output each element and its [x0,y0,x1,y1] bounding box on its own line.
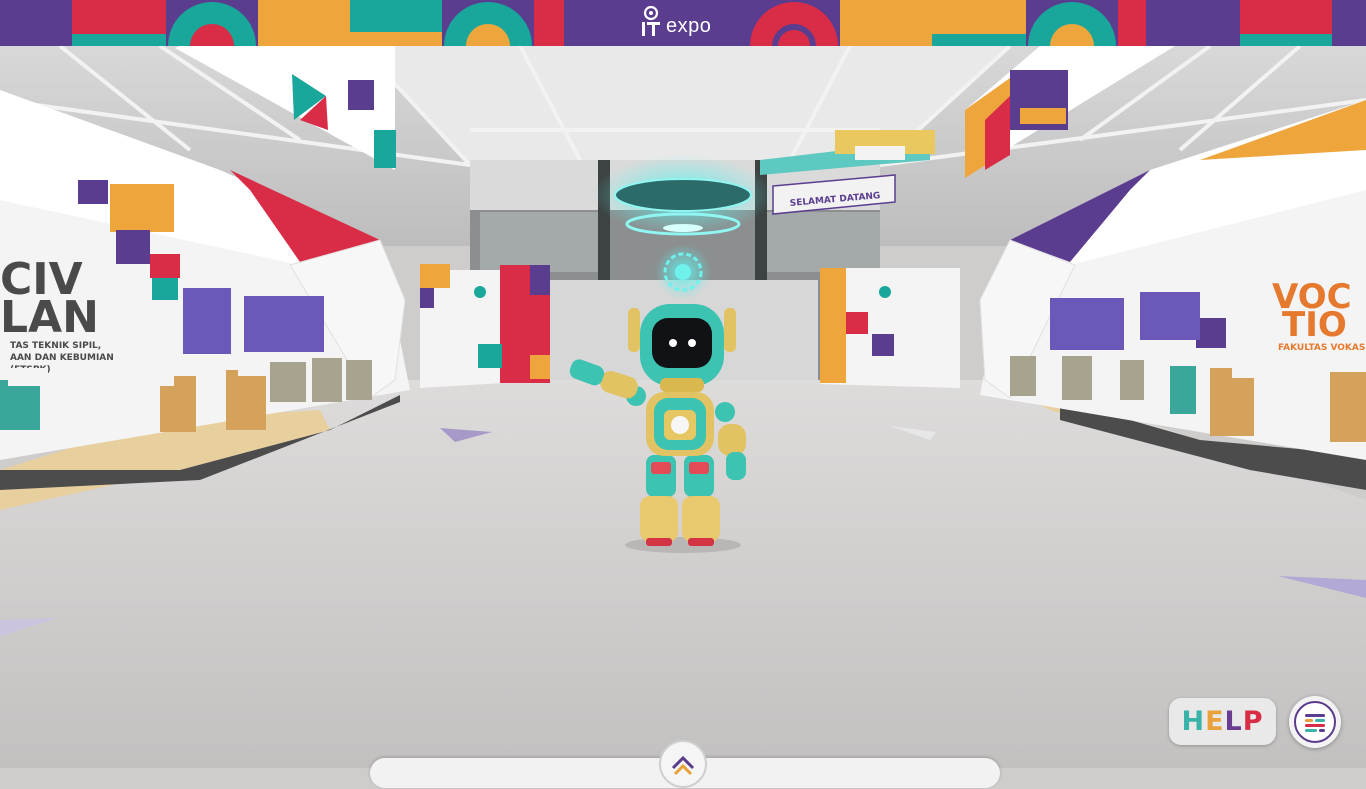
chevron-up-icon [671,755,695,776]
help-button[interactable]: HELP [1169,698,1276,745]
banner-pattern-segment [350,0,442,46]
poster-board[interactable] [1050,298,1124,350]
left-booth-subtitle-1: TAS TEKNIK SIPIL, [10,341,101,351]
banner-pattern-segment [0,0,72,46]
logo-text: expo [666,14,712,37]
help-letter: P [1242,706,1264,737]
left-mid-booth[interactable] [420,264,550,388]
banner-pattern-segment [1118,0,1146,46]
poster-board[interactable] [183,288,231,354]
poster-board[interactable] [244,296,324,352]
right-booth-title-line-2: TIO [1282,305,1347,345]
help-letter: E [1205,706,1225,737]
right-booth-subtitle: FAKULTAS VOKASI [1278,343,1366,353]
banner-pattern-segment [442,0,534,46]
hologram-ring [593,155,773,236]
banner-pattern-segment [1240,0,1332,46]
left-booth-subtitle-2: AAN DAN KEBUMIAN [10,353,114,363]
banner-pattern-segment [748,0,840,46]
banner-pattern-segment [166,0,258,46]
left-booth-title-line-2: LAN [0,292,99,343]
help-letter: L [1224,706,1243,737]
help-label: HELP [1181,706,1263,737]
banner-pattern-segment [534,0,564,46]
help-letter: H [1181,706,1206,737]
its-logo-icon [642,6,660,36]
banner-pattern-segment [258,0,350,46]
banner-pattern-segment [1332,0,1366,46]
banner-pattern-segment [1026,0,1118,46]
menu-button[interactable] [1289,696,1341,748]
banner-pattern-segment [840,0,932,46]
top-banner: expo [0,0,1366,46]
right-mid-booth[interactable] [820,268,960,388]
poster-board[interactable] [1140,292,1200,340]
gear-hologram-icon [655,244,711,300]
virtual-expo-hall-scene[interactable]: CIV LAN TAS TEKNIK SIPIL, AAN DAN KEBUMI… [0,46,1366,768]
hamburger-menu-icon [1294,701,1336,743]
bottom-drawer-toggle[interactable] [659,740,707,788]
banner-pattern-segment [72,0,166,46]
banner-pattern-segment [1146,0,1240,46]
banner-pattern-segment [932,0,1026,46]
expo-logo: expo [640,4,711,40]
